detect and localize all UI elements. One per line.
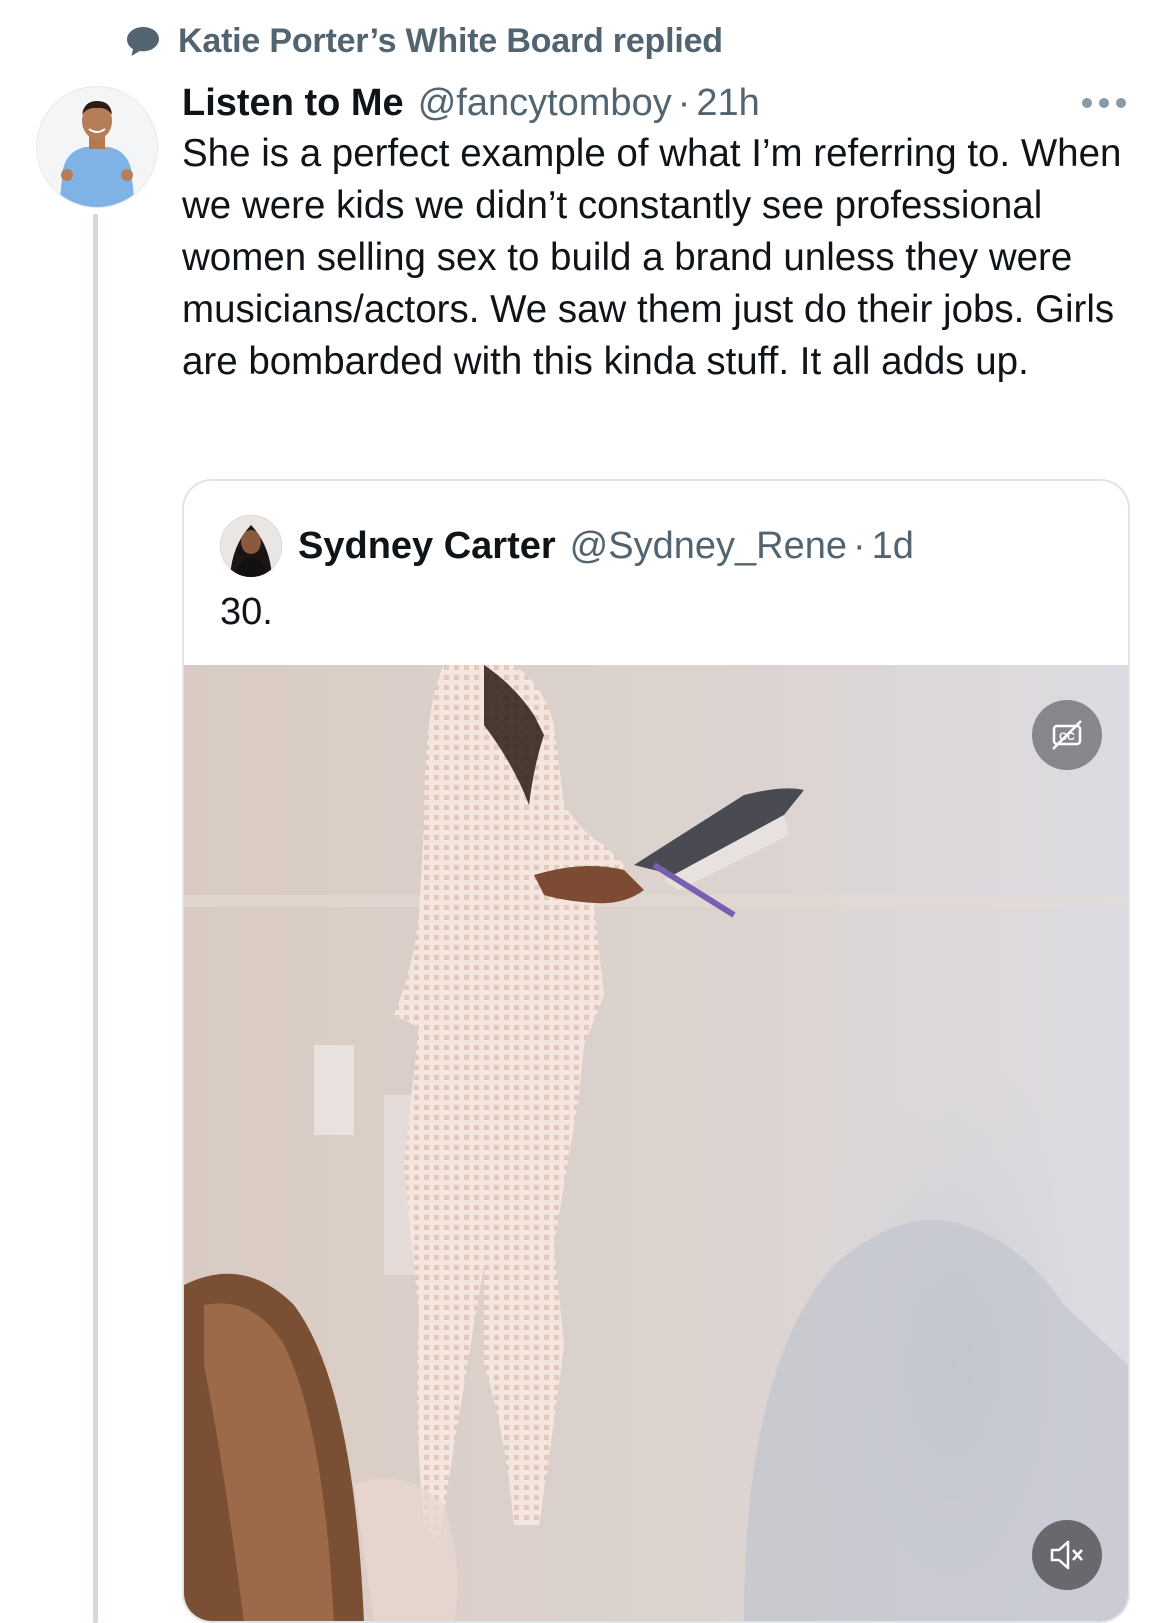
quote-avatar bbox=[220, 515, 282, 577]
user-handle[interactable]: @fancytomboy bbox=[418, 78, 672, 128]
captions-button[interactable]: CC bbox=[1032, 700, 1102, 770]
quote-separator-dot: · bbox=[852, 524, 866, 567]
thread-line bbox=[93, 214, 98, 1623]
speech-bubble-icon bbox=[127, 26, 159, 56]
quote-tweet-card[interactable]: Sydney Carter @Sydney_Rene · 1d 30. CC bbox=[182, 479, 1130, 1623]
tweet-header: Listen to Me @fancytomboy · 21h bbox=[182, 78, 760, 128]
quote-user-handle[interactable]: @Sydney_Rene bbox=[570, 525, 847, 568]
quote-header: Sydney Carter @Sydney_Rene · 1d bbox=[220, 515, 914, 577]
avatar[interactable] bbox=[36, 86, 158, 208]
mute-button[interactable] bbox=[1032, 1520, 1102, 1590]
video-frame bbox=[184, 665, 1128, 1621]
avatar-image bbox=[37, 87, 157, 207]
separator-dot: · bbox=[677, 82, 691, 124]
volume-muted-icon bbox=[1050, 1540, 1083, 1570]
social-context-label: Katie Porter’s White Board replied bbox=[178, 22, 723, 60]
more-horizontal-icon[interactable] bbox=[1080, 96, 1128, 110]
quote-text: 30. bbox=[220, 591, 273, 633]
quote-video[interactable]: CC bbox=[184, 665, 1128, 1621]
captions-off-icon: CC bbox=[1052, 720, 1082, 750]
display-name[interactable]: Listen to Me bbox=[182, 78, 404, 128]
social-context[interactable]: Katie Porter’s White Board replied bbox=[124, 22, 723, 61]
tweet-text: She is a perfect example of what I’m ref… bbox=[182, 132, 1122, 383]
quote-display-name[interactable]: Sydney Carter bbox=[298, 525, 556, 568]
quote-timestamp[interactable]: 1d bbox=[872, 525, 914, 568]
timestamp[interactable]: 21h bbox=[696, 78, 759, 128]
